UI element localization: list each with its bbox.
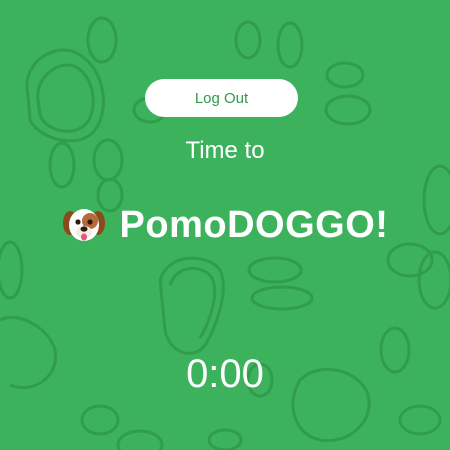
title-row: PomoDOGGO!: [0, 198, 450, 252]
paw-toe-shape: [234, 20, 262, 60]
paw-toe-shape: [276, 21, 304, 69]
paw-pad-shape: [36, 63, 95, 133]
paw-toe-shape: [80, 404, 120, 436]
paw-toe-shape: [417, 250, 450, 310]
paw-toe-shape: [250, 285, 314, 311]
paw-toe-shape: [86, 16, 118, 64]
app-title: PomoDOGGO!: [119, 203, 389, 246]
paw-toe-shape: [207, 428, 243, 450]
dog-face-icon: [62, 209, 105, 241]
paw-toe-shape: [325, 61, 365, 89]
paw-pad-shape: [168, 266, 217, 339]
paw-toe-shape: [398, 404, 442, 436]
paw-toe-shape: [116, 429, 164, 450]
subtitle-text: Time to: [185, 137, 265, 164]
timer-display: 0:00: [186, 352, 264, 396]
log-out-button[interactable]: Log Out: [145, 79, 298, 117]
paw-toe-shape: [247, 256, 303, 284]
paw-toe-shape: [324, 94, 372, 126]
